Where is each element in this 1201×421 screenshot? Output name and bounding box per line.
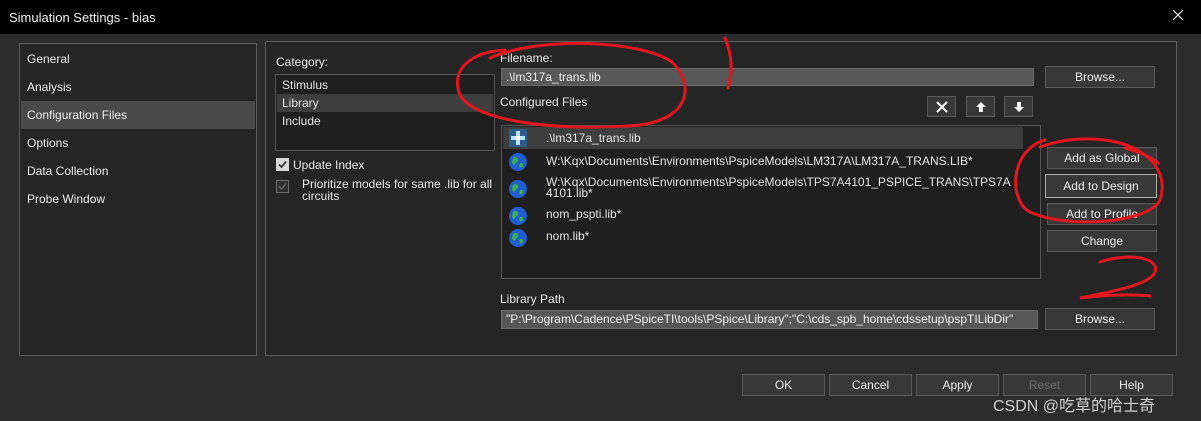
apply-button[interactable]: Apply [916,374,999,396]
simulation-settings-dialog: Simulation Settings - bias General Analy… [0,0,1201,421]
nav-item-configuration-files[interactable]: Configuration Files [21,101,255,129]
file-path-line1: W:\Kqx\Documents\Environments\PspiceMode… [546,175,1011,189]
globe-icon [509,207,527,225]
check-icon [278,183,287,191]
nav-item-analysis[interactable]: Analysis [21,73,255,101]
globe-icon [509,153,527,171]
prioritize-models-label-line2: circuits [302,189,340,203]
move-up-button[interactable] [966,96,995,117]
prioritize-models-label: Prioritize models for same .lib for all … [302,178,492,202]
filename-browse-button[interactable]: Browse... [1045,66,1155,88]
nav-item-options[interactable]: Options [21,129,255,157]
file-path: nom_pspti.lib* [546,207,622,221]
nav-item-general[interactable]: General [21,45,255,73]
library-path-label: Library Path [500,292,565,306]
category-list[interactable]: Stimulus Library Include [275,74,495,151]
file-row[interactable]: W:\Kqx\Documents\Environments\PspiceMode… [503,150,1023,174]
category-label: Category: [276,55,329,69]
filename-label: Filename: [500,51,553,65]
ok-button[interactable]: OK [742,374,825,396]
arrow-down-icon [1013,101,1024,112]
globe-icon [509,180,527,198]
nav-item-data-collection[interactable]: Data Collection [21,157,255,185]
globe-icon [509,229,527,247]
title-bar[interactable]: Simulation Settings - bias [0,0,1201,34]
settings-nav: General Analysis Configuration Files Opt… [19,43,257,356]
delete-icon [935,100,948,113]
add-to-profile-button[interactable]: Add to Profile [1047,203,1157,225]
delete-file-button[interactable] [927,96,956,117]
category-item-include[interactable]: Include [277,112,493,130]
add-to-design-button[interactable]: Add to Design [1045,174,1157,198]
update-index-label: Update Index [293,158,365,172]
window-title: Simulation Settings - bias [9,10,156,25]
update-index-checkbox[interactable] [276,158,289,171]
arrow-up-icon [975,101,986,112]
category-item-stimulus[interactable]: Stimulus [277,76,493,94]
file-path: W:\Kqx\Documents\Environments\PspiceMode… [546,174,1016,199]
file-row[interactable]: .\lm317a_trans.lib [503,127,1023,149]
file-path: W:\Kqx\Documents\Environments\PspiceMode… [546,154,973,168]
configured-files-label: Configured Files [500,95,588,109]
file-path: nom.lib* [546,229,590,243]
filename-input[interactable]: .\lm317a_trans.lib [501,68,1034,86]
csdn-watermark: CSDN @吃草的哈士奇 [993,398,1156,415]
category-item-library[interactable]: Library [277,94,493,112]
file-row[interactable]: nom_pspti.lib* [503,204,1023,226]
add-as-global-button[interactable]: Add as Global [1047,147,1157,169]
file-row[interactable]: W:\Kqx\Documents\Environments\PspiceMode… [503,174,1023,204]
file-path-line2: 4101.lib* [546,186,593,200]
library-path-input[interactable]: "P:\Program\Cadence\PSpiceTI\tools\PSpic… [501,310,1038,329]
close-button[interactable] [1155,0,1201,30]
change-button[interactable]: Change [1047,230,1157,252]
library-path-browse-button[interactable]: Browse... [1045,308,1155,330]
prioritize-models-checkbox[interactable] [276,180,289,193]
move-down-button[interactable] [1004,96,1033,117]
configured-files-list[interactable]: .\lm317a_trans.lib W:\Kqx\Documents\Envi… [501,125,1041,279]
file-row[interactable]: nom.lib* [503,226,1023,248]
cancel-button[interactable]: Cancel [829,374,912,396]
nav-item-probe-window[interactable]: Probe Window [21,185,255,213]
check-icon [278,160,287,169]
local-file-icon [509,129,527,147]
file-path: .\lm317a_trans.lib [546,131,641,145]
close-icon [1173,10,1183,20]
